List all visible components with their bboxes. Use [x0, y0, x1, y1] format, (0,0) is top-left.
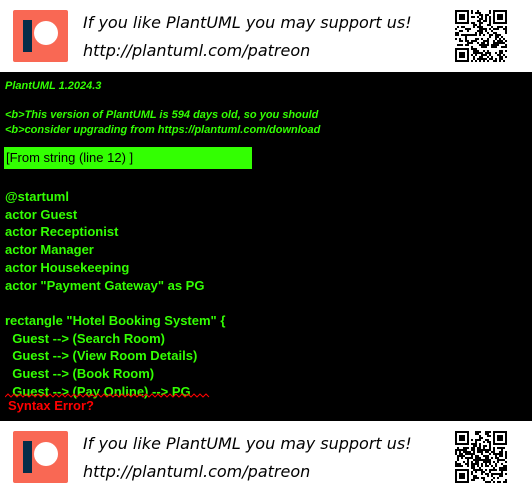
qr-code-icon — [455, 431, 507, 483]
patreon-banner-top[interactable]: If you like PlantUML you may support us!… — [0, 0, 532, 72]
source-ref-text: [From string (line 12) ] — [6, 150, 134, 165]
code-line: actor Manager — [5, 242, 94, 258]
code-line: rectangle "Hotel Booking System" { — [5, 312, 226, 328]
patreon-logo-icon — [13, 10, 68, 62]
banner-patreon-link[interactable]: http://plantuml.com/patreon — [83, 462, 310, 481]
banner-patreon-link[interactable]: http://plantuml.com/patreon — [83, 41, 310, 60]
error-console: PlantUML 1.2024.3 <b>This version of Pla… — [0, 72, 532, 421]
patreon-banner-bottom[interactable]: If you like PlantUML you may support us!… — [0, 421, 532, 493]
code-line: actor Housekeeping — [5, 259, 130, 275]
code-line: actor Guest — [5, 206, 78, 222]
code-line: Guest --> (Search Room) — [5, 330, 165, 346]
banner-support-text: If you like PlantUML you may support us! — [83, 434, 412, 453]
code-line: actor "Payment Gateway" as PG — [5, 277, 205, 293]
code-line: Guest --> (View Room Details) — [5, 348, 198, 364]
code-line: Guest --> (Book Room) — [5, 366, 155, 381]
code-line: @startuml — [5, 189, 69, 204]
qr-code-icon — [455, 10, 507, 62]
version-text: PlantUML 1.2024.3 — [5, 80, 102, 92]
source-ref-bar: [From string (line 12) ] — [4, 147, 252, 169]
banner-support-text: If you like PlantUML you may support us! — [83, 13, 412, 32]
notice-line-2: <b>consider upgrading from https://plant… — [5, 124, 321, 136]
notice-line-1: <b>This version of PlantUML is 594 days … — [5, 109, 319, 121]
syntax-error-text: Syntax Error? — [8, 398, 94, 413]
patreon-logo-icon — [13, 431, 68, 483]
code-line: actor Receptionist — [5, 224, 119, 240]
